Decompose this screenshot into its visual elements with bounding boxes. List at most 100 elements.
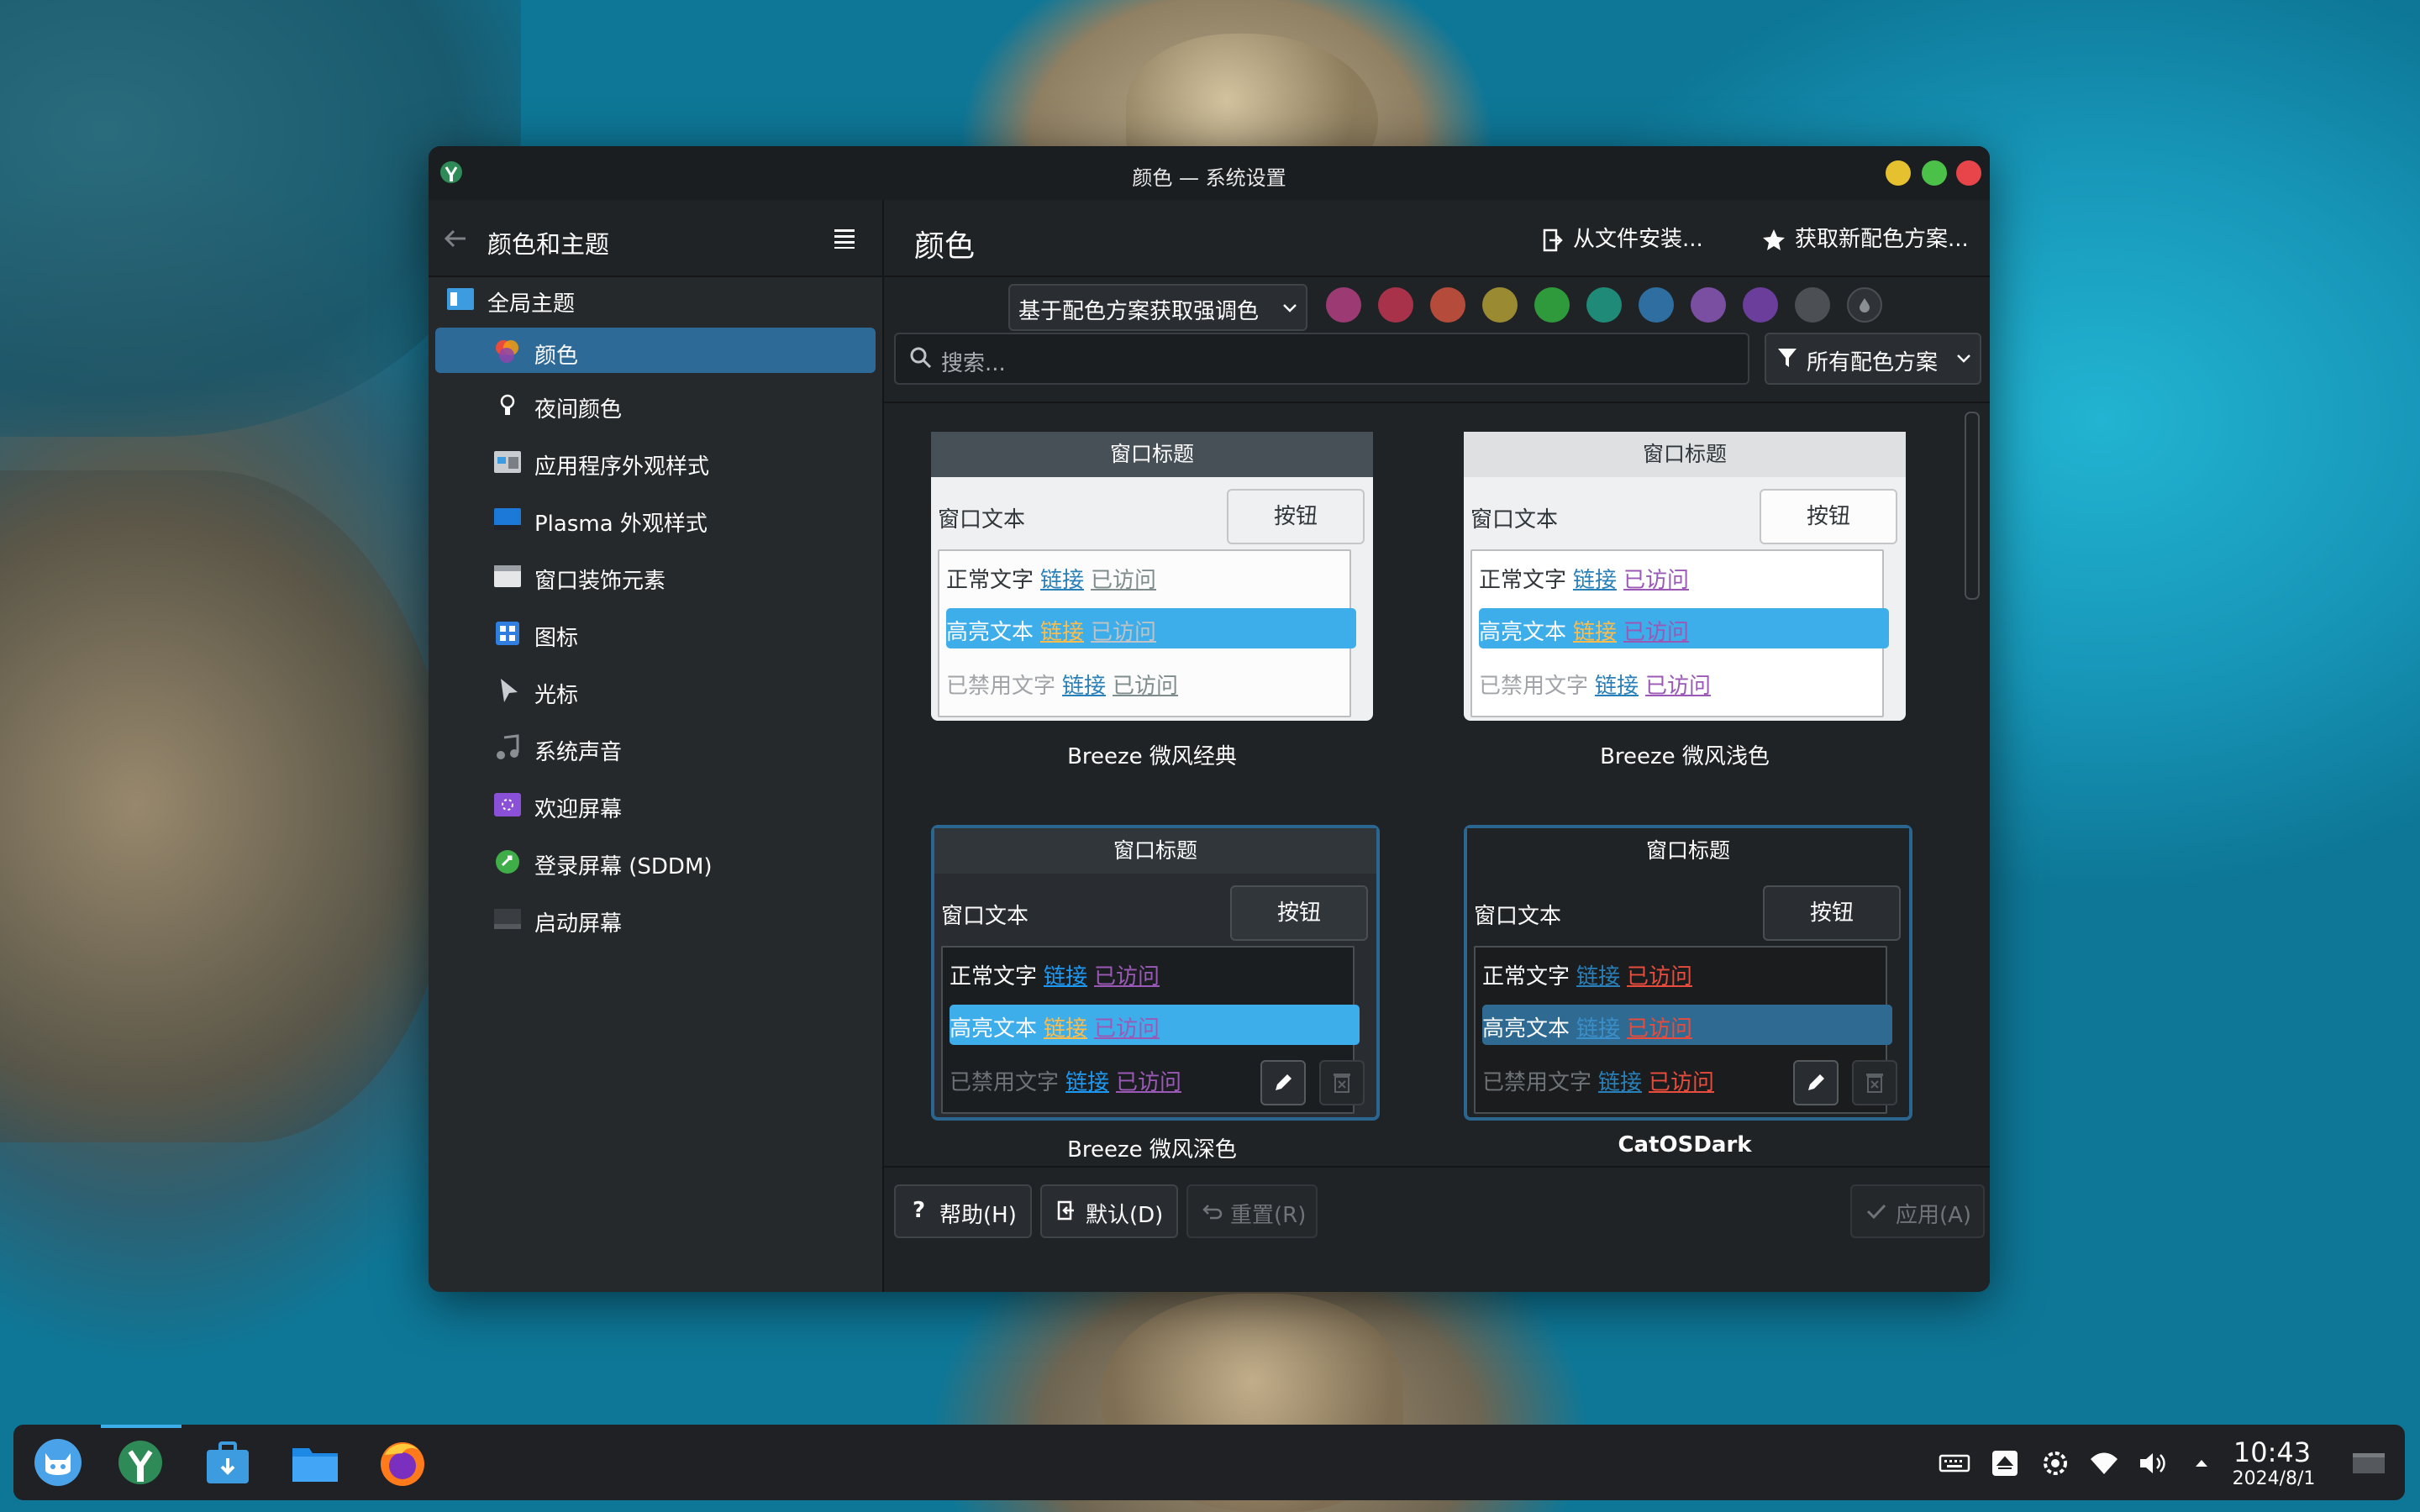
accent-swatch[interactable] (1326, 287, 1361, 323)
preview-normal-text: 正常文字 (1479, 568, 1567, 593)
main-header: 颜色 从文件安装... 获取新配色方案... (884, 200, 1990, 277)
catos-launcher-icon[interactable] (30, 1435, 86, 1490)
minimize-button[interactable] (1886, 160, 1911, 186)
sidebar-item-splash-screen[interactable]: 欢迎屏幕 (435, 781, 876, 827)
sidebar-item-label: 应用程序外观样式 (534, 454, 710, 480)
preview-link: 链接 (1044, 1016, 1088, 1042)
preview-link: 链接 (1065, 1070, 1110, 1095)
preview-visited: 已访问 (1645, 674, 1712, 699)
scheme-label: Breeze 微风深色 (1067, 1137, 1237, 1163)
sidebar-item-window-decoration[interactable]: 窗口装饰元素 (435, 553, 876, 598)
volume-icon[interactable] (2136, 1446, 2170, 1480)
filter-icon (1778, 349, 1797, 367)
accent-combo-label: 基于配色方案获取强调色 (1018, 299, 1260, 324)
file-manager-icon[interactable] (287, 1435, 343, 1490)
preview-window-title: 窗口标题 (1464, 432, 1906, 477)
sidebar-item-plasma-style[interactable]: Plasma 外观样式 (435, 496, 876, 541)
accent-swatch[interactable] (1482, 287, 1518, 323)
preview-visited: 已访问 (1627, 964, 1693, 990)
accent-swatch[interactable] (1534, 287, 1570, 323)
window-decoration-icon (494, 565, 521, 587)
preview-highlight-row: 高亮文本 链接 已访问 (946, 615, 1156, 646)
sidebar-item-cursor[interactable]: 光标 (435, 667, 876, 712)
edit-scheme-button[interactable] (1260, 1060, 1306, 1105)
sidebar-item-label: 夜间颜色 (534, 397, 623, 423)
accent-swatch[interactable] (1743, 287, 1778, 323)
preview-highlight-text: 高亮文本 (1479, 620, 1567, 645)
sidebar-item-colors[interactable]: 颜色 (435, 328, 876, 373)
scheme-filter-combo[interactable]: 所有配色方案 (1765, 333, 1981, 385)
sidebar-item-label: 欢迎屏幕 (534, 797, 623, 822)
title-bar[interactable]: 颜色 — 系统设置 (429, 146, 1990, 200)
reset-button[interactable]: 重置(R) (1186, 1184, 1318, 1238)
get-new-schemes-label: 获取新配色方案... (1795, 227, 1969, 252)
keyboard-icon[interactable] (1938, 1446, 1971, 1480)
grid-scrollbar[interactable] (1965, 412, 1980, 600)
show-desktop-icon[interactable] (2349, 1446, 2388, 1480)
help-icon: ? (913, 1198, 926, 1223)
accent-swatch[interactable] (1430, 287, 1465, 323)
firefox-icon[interactable] (375, 1435, 430, 1490)
accent-swatch[interactable] (1378, 287, 1413, 323)
sidebar: 颜色和主题 全局主题 颜色 夜间颜色 应用程序外观样式 Plasma 外观样式 … (429, 200, 882, 1292)
scheme-card-catosdark[interactable]: 窗口标题 窗口文本 按钮 正常文字 链接 已访问 高亮文本 链接 已访问 已禁用文字 链接… (1464, 825, 1912, 1121)
close-button[interactable] (1956, 160, 1981, 186)
install-from-file-button[interactable]: 从文件安装... (1539, 222, 1703, 255)
taskbar: 10:43 2024/8/1 (13, 1425, 2405, 1500)
icons-icon (496, 622, 519, 645)
search-input[interactable]: 搜索... (894, 333, 1749, 385)
scheme-card-breeze-dark[interactable]: 窗口标题 窗口文本 按钮 正常文字 链接 已访问 高亮文本 链接 已访问 已禁用文字 链接… (931, 825, 1380, 1121)
sidebar-item-global-theme[interactable]: 全局主题 (435, 276, 876, 321)
maximize-button[interactable] (1922, 160, 1947, 186)
sidebar-item-icons[interactable]: 图标 (435, 610, 876, 655)
tray-expand-arrow-icon[interactable] (2185, 1446, 2218, 1480)
scheme-label: Breeze 微风经典 (1067, 744, 1237, 769)
undo-icon (1202, 1205, 1223, 1220)
boot-splash-icon (494, 909, 521, 929)
software-store-icon[interactable] (200, 1435, 255, 1490)
clock-time[interactable]: 10:43 (2222, 1436, 2323, 1468)
defaults-button[interactable]: 默认(D) (1040, 1184, 1178, 1238)
accent-swatch[interactable] (1639, 287, 1674, 323)
preview-disabled-text: 已禁用文字 (950, 1070, 1060, 1095)
star-icon (1763, 228, 1785, 250)
brightness-gear-icon[interactable] (2039, 1446, 2072, 1480)
help-button[interactable]: ? 帮助(H) (894, 1184, 1032, 1238)
sidebar-item-system-sounds[interactable]: 系统声音 (435, 724, 876, 769)
sidebar-item-boot-splash[interactable]: 启动屏幕 (435, 895, 876, 941)
preview-window-title: 窗口标题 (1467, 828, 1909, 874)
delete-scheme-button[interactable] (1319, 1060, 1365, 1105)
preview-highlight-text: 高亮文本 (1482, 1016, 1570, 1042)
accent-swatch[interactable] (1691, 287, 1726, 323)
scheme-card-breeze-light[interactable]: 窗口标题 窗口文本 按钮 正常文字 链接 已访问 高亮文本 链接 已访问 已禁用文字 链接… (1464, 432, 1906, 721)
sidebar-header: 颜色和主题 (429, 200, 882, 277)
install-file-icon (1543, 228, 1563, 251)
edit-scheme-button[interactable] (1793, 1060, 1839, 1105)
sidebar-item-login-screen[interactable]: 登录屏幕 (SDDM) (435, 838, 876, 884)
system-settings-task-icon[interactable] (113, 1435, 168, 1490)
apply-button[interactable]: 应用(A) (1850, 1184, 1985, 1238)
help-label: 帮助(H) (939, 1203, 1017, 1228)
sidebar-item-night-color[interactable]: 夜间颜色 (435, 381, 876, 427)
back-arrow-icon[interactable] (440, 223, 471, 254)
clock-date[interactable]: 2024/8/1 (2215, 1468, 2333, 1489)
colors-icon (496, 340, 518, 363)
accent-swatch[interactable] (1795, 287, 1830, 323)
sidebar-item-app-style[interactable]: 应用程序外观样式 (435, 438, 876, 484)
preview-visited: 已访问 (1623, 620, 1690, 645)
media-eject-icon[interactable] (1988, 1446, 2022, 1480)
get-new-schemes-button[interactable]: 获取新配色方案... (1761, 222, 1969, 255)
custom-color-picker-button[interactable] (1847, 287, 1882, 323)
accent-swatch[interactable] (1586, 287, 1622, 323)
preview-link: 链接 (1573, 620, 1618, 645)
delete-scheme-button[interactable] (1852, 1060, 1897, 1105)
search-placeholder: 搜索... (941, 351, 1006, 376)
accent-color-combo[interactable]: 基于配色方案获取强调色 (1008, 284, 1307, 331)
preview-visited: 已访问 (1091, 620, 1157, 645)
hamburger-menu-icon[interactable] (832, 225, 857, 250)
defaults-label: 默认(D) (1086, 1203, 1164, 1228)
scheme-card-breeze-classic[interactable]: 窗口标题 窗口文本 按钮 正常文字 链接 已访问 高亮文本 链接 已访问 已禁用文字 链接… (931, 432, 1373, 721)
page-title: 颜色 (914, 229, 976, 264)
wifi-icon[interactable] (2087, 1446, 2121, 1480)
preview-link: 链接 (1573, 568, 1618, 593)
